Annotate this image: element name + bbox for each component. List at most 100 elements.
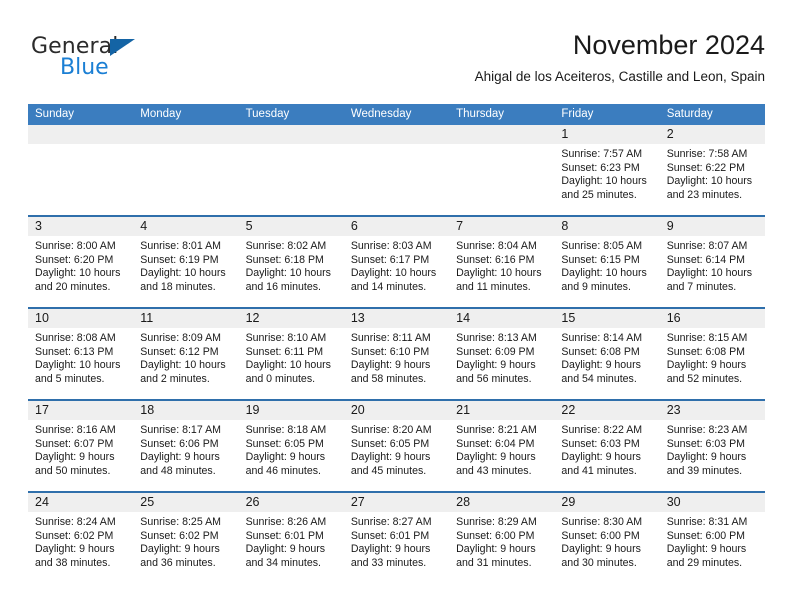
day-cell-13[interactable]: 13 Sunrise: 8:11 AM Sunset: 6:10 PM Dayligh… — [343, 309, 450, 399]
calendar-week-row: 1 Sunrise: 7:57 AM Sunset: 6:23 PM Daylight… — [28, 125, 765, 215]
day-number: 18 — [140, 403, 155, 417]
daylight-line-1: Daylight: 10 hours — [245, 359, 331, 372]
sunset-line: Sunset: 6:17 PM — [350, 253, 430, 266]
sunrise-line: Sunrise: 8:03 AM — [350, 240, 432, 252]
day-number-band: 23 — [659, 401, 765, 420]
daylight-line-2: and 16 minutes. — [245, 280, 321, 293]
day-cell-empty — [28, 125, 134, 215]
day-cell-14[interactable]: 14 Sunrise: 8:13 AM Sunset: 6:09 PM Dayligh… — [449, 309, 555, 399]
day-cell-29[interactable]: 29 Sunrise: 8:30 AM Sunset: 6:00 PM Dayligh… — [554, 493, 660, 583]
day-number-band — [28, 125, 134, 144]
day-cell-4[interactable]: 4 Sunrise: 8:01 AM Sunset: 6:19 PM Daylight… — [133, 217, 239, 307]
day-sun-info: Sunrise: 8:22 AM Sunset: 6:03 PM Daylight:… — [554, 420, 659, 478]
daylight-line-2: and 52 minutes. — [666, 372, 743, 385]
day-sun-info: Sunrise: 8:18 AM Sunset: 6:05 PM Daylight:… — [239, 420, 344, 478]
daylight-line-1: Daylight: 10 hours — [35, 359, 121, 372]
day-number: 4 — [140, 219, 148, 233]
day-number-band: 4 — [133, 217, 239, 236]
day-cell-1[interactable]: 1 Sunrise: 7:57 AM Sunset: 6:23 PM Daylight… — [554, 125, 660, 215]
day-sun-info: Sunrise: 8:03 AM Sunset: 6:17 PM Daylight:… — [344, 236, 449, 294]
day-number-band: 13 — [343, 309, 450, 328]
day-cell-3[interactable]: 3 Sunrise: 8:00 AM Sunset: 6:20 PM Daylight… — [28, 217, 134, 307]
day-sun-info: Sunrise: 8:00 AM Sunset: 6:20 PM Daylight:… — [28, 236, 133, 294]
daylight-line-2: and 31 minutes. — [456, 556, 532, 569]
day-sun-info: Sunrise: 7:57 AM Sunset: 6:23 PM Daylight:… — [554, 144, 659, 202]
day-number-band: 9 — [659, 217, 765, 236]
day-cell-12[interactable]: 12 Sunrise: 8:10 AM Sunset: 6:11 PM Dayligh… — [238, 309, 344, 399]
daylight-line-1: Daylight: 9 hours — [561, 451, 641, 464]
sunset-line: Sunset: 6:12 PM — [140, 345, 219, 358]
sunset-line: Sunset: 6:01 PM — [350, 529, 430, 542]
day-cell-19[interactable]: 19 Sunrise: 8:18 AM Sunset: 6:05 PM Dayligh… — [238, 401, 344, 491]
weekday-header-sunday: Sunday — [35, 108, 75, 120]
sunrise-line: Sunrise: 8:24 AM — [35, 516, 116, 528]
daylight-line-2: and 34 minutes. — [245, 556, 321, 569]
sunset-line: Sunset: 6:08 PM — [666, 345, 746, 358]
day-number: 28 — [456, 495, 471, 509]
sunrise-line: Sunrise: 8:05 AM — [561, 240, 643, 252]
day-cell-6[interactable]: 6 Sunrise: 8:03 AM Sunset: 6:17 PM Daylight… — [343, 217, 450, 307]
day-cell-21[interactable]: 21 Sunrise: 8:21 AM Sunset: 6:04 PM Dayligh… — [449, 401, 555, 491]
day-cell-8[interactable]: 8 Sunrise: 8:05 AM Sunset: 6:15 PM Daylight… — [554, 217, 660, 307]
day-cell-27[interactable]: 27 Sunrise: 8:27 AM Sunset: 6:01 PM Dayligh… — [343, 493, 450, 583]
day-number-band: 3 — [28, 217, 134, 236]
daylight-line-1: Daylight: 9 hours — [666, 359, 747, 372]
daylight-line-2: and 9 minutes. — [561, 280, 631, 293]
day-number: 12 — [245, 311, 260, 325]
day-cell-23[interactable]: 23 Sunrise: 8:23 AM Sunset: 6:03 PM Dayligh… — [659, 401, 765, 491]
sunrise-line: Sunrise: 8:09 AM — [140, 332, 221, 344]
day-number-band: 6 — [343, 217, 450, 236]
day-cell-20[interactable]: 20 Sunrise: 8:20 AM Sunset: 6:05 PM Dayligh… — [343, 401, 450, 491]
day-cell-7[interactable]: 7 Sunrise: 8:04 AM Sunset: 6:16 PM Daylight… — [449, 217, 555, 307]
day-cell-11[interactable]: 11 Sunrise: 8:09 AM Sunset: 6:12 PM Dayligh… — [133, 309, 239, 399]
day-number: 2 — [666, 127, 674, 141]
day-cell-15[interactable]: 15 Sunrise: 8:14 AM Sunset: 6:08 PM Dayligh… — [554, 309, 660, 399]
day-sun-info: Sunrise: 8:20 AM Sunset: 6:05 PM Daylight:… — [344, 420, 449, 478]
day-number: 16 — [666, 311, 681, 325]
day-sun-info: Sunrise: 8:21 AM Sunset: 6:04 PM Daylight:… — [449, 420, 554, 478]
daylight-line-1: Daylight: 9 hours — [350, 451, 431, 464]
sunset-line: Sunset: 6:11 PM — [245, 345, 324, 358]
day-number: 23 — [666, 403, 681, 417]
sunset-line: Sunset: 6:03 PM — [666, 437, 746, 450]
day-cell-30[interactable]: 30 Sunrise: 8:31 AM Sunset: 6:00 PM Dayligh… — [659, 493, 765, 583]
daylight-line-1: Daylight: 10 hours — [35, 267, 121, 280]
day-number-band: 16 — [659, 309, 765, 328]
day-number-band: 24 — [28, 493, 134, 512]
day-cell-2[interactable]: 2 Sunrise: 7:58 AM Sunset: 6:22 PM Daylight… — [659, 125, 765, 215]
day-number: 27 — [350, 495, 365, 509]
day-cell-empty — [238, 125, 344, 215]
day-cell-18[interactable]: 18 Sunrise: 8:17 AM Sunset: 6:06 PM Dayligh… — [133, 401, 239, 491]
sunrise-line: Sunrise: 8:17 AM — [140, 424, 221, 436]
daylight-line-2: and 39 minutes. — [666, 464, 743, 477]
day-cell-25[interactable]: 25 Sunrise: 8:25 AM Sunset: 6:02 PM Dayligh… — [133, 493, 239, 583]
day-cell-26[interactable]: 26 Sunrise: 8:26 AM Sunset: 6:01 PM Dayligh… — [238, 493, 344, 583]
day-cell-28[interactable]: 28 Sunrise: 8:29 AM Sunset: 6:00 PM Dayligh… — [449, 493, 555, 583]
daylight-line-1: Daylight: 10 hours — [561, 267, 647, 280]
day-number: 20 — [350, 403, 365, 417]
day-number-band — [449, 125, 555, 144]
daylight-line-2: and 38 minutes. — [35, 556, 111, 569]
daylight-line-2: and 18 minutes. — [140, 280, 216, 293]
day-cell-5[interactable]: 5 Sunrise: 8:02 AM Sunset: 6:18 PM Daylight… — [238, 217, 344, 307]
day-sun-info: Sunrise: 8:31 AM Sunset: 6:00 PM Daylight:… — [660, 512, 765, 570]
daylight-line-1: Daylight: 10 hours — [456, 267, 542, 280]
daylight-line-1: Daylight: 9 hours — [561, 543, 641, 556]
day-number-band: 11 — [133, 309, 239, 328]
page-header: General Blue November 2024 Ahigal de los… — [28, 28, 765, 96]
sunrise-line: Sunrise: 8:07 AM — [666, 240, 748, 252]
day-cell-10[interactable]: 10 Sunrise: 8:08 AM Sunset: 6:13 PM Dayligh… — [28, 309, 134, 399]
day-number-band: 19 — [238, 401, 344, 420]
day-cell-17[interactable]: 17 Sunrise: 8:16 AM Sunset: 6:07 PM Dayligh… — [28, 401, 134, 491]
day-sun-info: Sunrise: 8:27 AM Sunset: 6:01 PM Daylight:… — [344, 512, 449, 570]
day-cell-22[interactable]: 22 Sunrise: 8:22 AM Sunset: 6:03 PM Dayligh… — [554, 401, 660, 491]
day-cell-16[interactable]: 16 Sunrise: 8:15 AM Sunset: 6:08 PM Dayligh… — [659, 309, 765, 399]
day-number: 19 — [245, 403, 260, 417]
sunset-line: Sunset: 6:14 PM — [666, 253, 746, 266]
day-cell-24[interactable]: 24 Sunrise: 8:24 AM Sunset: 6:02 PM Dayligh… — [28, 493, 134, 583]
generalblue-logo[interactable]: General Blue — [31, 36, 211, 92]
calendar-week-row: 17 Sunrise: 8:16 AM Sunset: 6:07 PM Dayligh… — [28, 399, 765, 491]
day-cell-9[interactable]: 9 Sunrise: 8:07 AM Sunset: 6:14 PM Daylight… — [659, 217, 765, 307]
title-block: November 2024 Ahigal de los Aceiteros, C… — [475, 28, 765, 85]
weekday-header-thursday: Thursday — [456, 108, 505, 120]
